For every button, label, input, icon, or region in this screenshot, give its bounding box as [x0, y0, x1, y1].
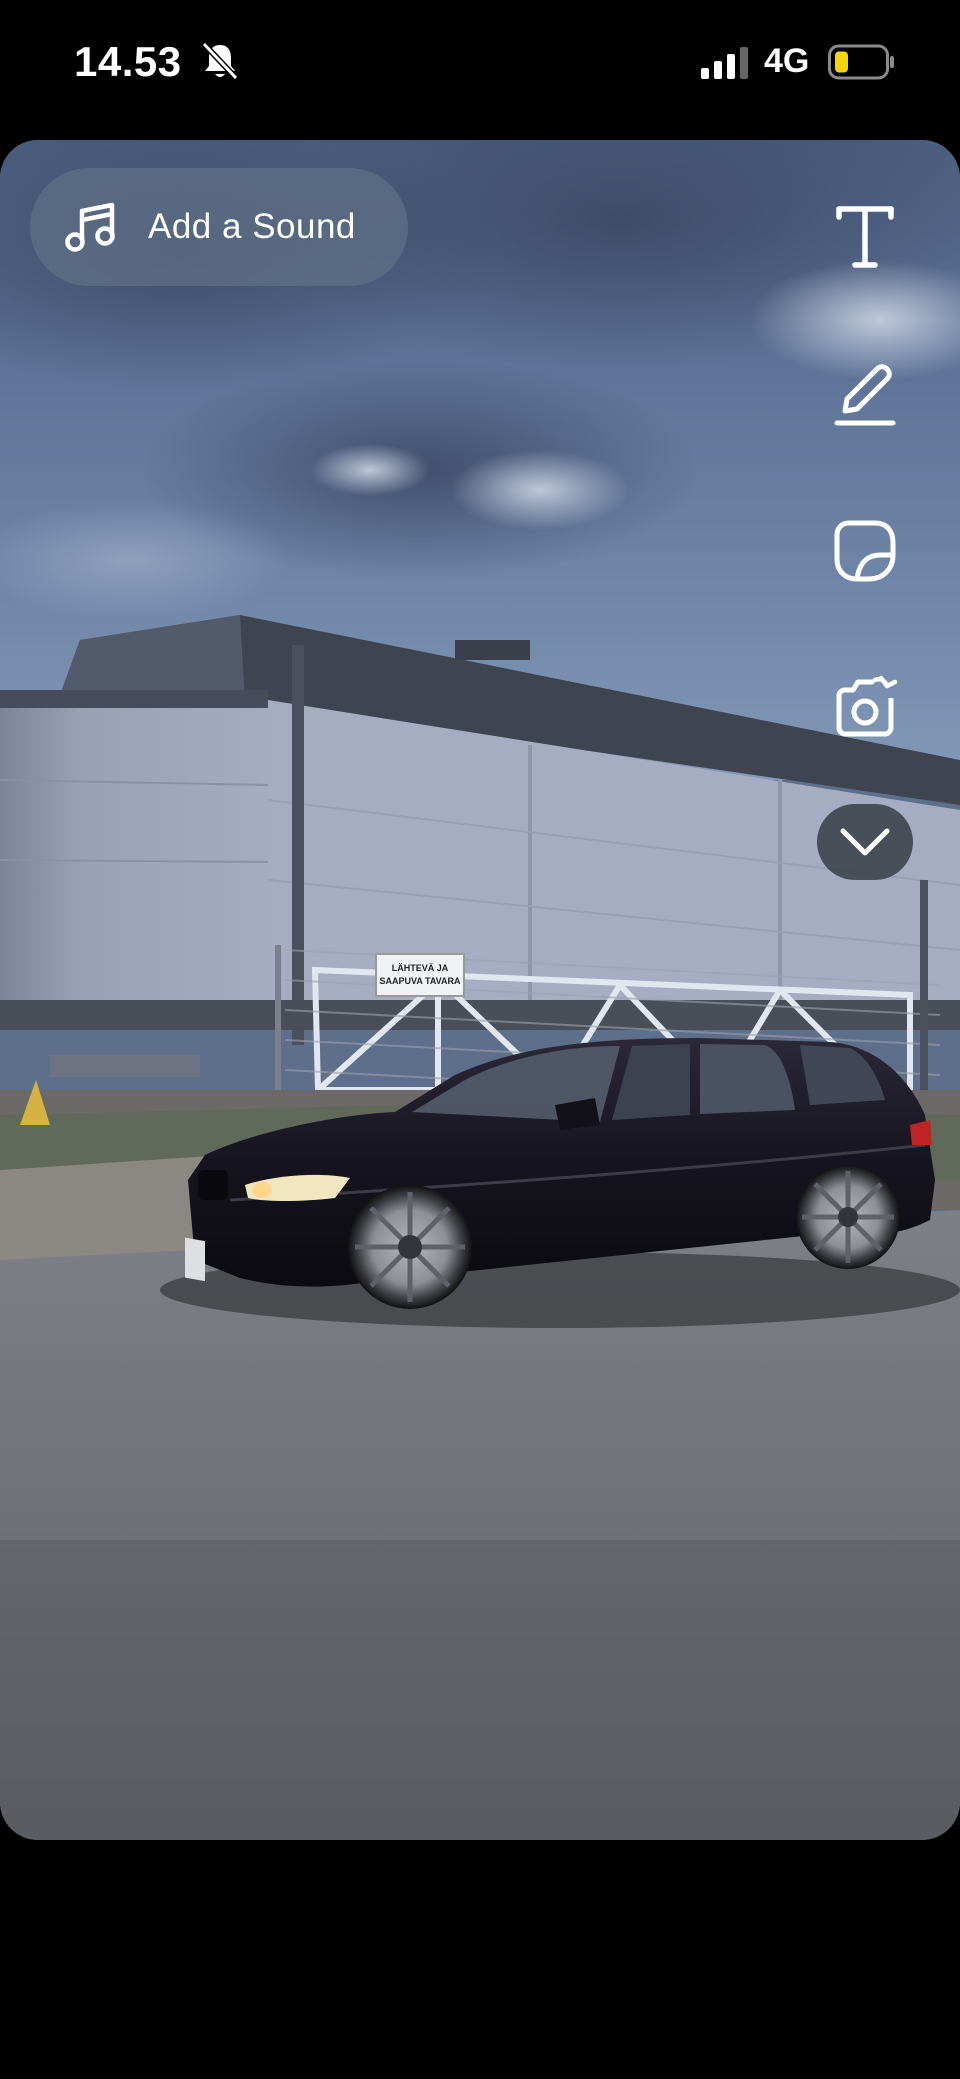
cellular-signal-icon: [701, 47, 748, 79]
network-type-label: 4G: [764, 42, 810, 80]
snap-preview: LÄHTEVÄ JA SAAPUVA TAVARA Add a Sound: [0, 140, 960, 1840]
text-tool-icon: [836, 206, 894, 268]
sticker-tool-button[interactable]: [820, 506, 910, 596]
draw-tool-button[interactable]: [820, 350, 910, 440]
status-bar: 14.53 4G: [0, 0, 960, 140]
car-photo: LÄHTEVÄ JA SAAPUVA TAVARA: [0, 140, 960, 1840]
bell-muted-icon: [201, 41, 239, 81]
text-tool-button[interactable]: [820, 192, 910, 282]
add-sound-button[interactable]: Add a Sound: [30, 168, 408, 286]
add-sound-label: Add a Sound: [148, 207, 356, 246]
status-time: 14.53: [74, 38, 182, 85]
camera-tool-button[interactable]: [820, 663, 910, 753]
camera-icon: [836, 675, 898, 737]
chevron-down-icon: [840, 828, 890, 856]
sign-text-line2: SAAPUVA TAVARA: [380, 976, 462, 986]
sign-text-line1: LÄHTEVÄ JA: [392, 963, 449, 973]
snap-editor-screen: 14.53 4G LÄHTEVÄ JA SAAPUVA TAVARA Add a…: [0, 0, 960, 2079]
battery-icon: [828, 44, 894, 80]
more-tools-button[interactable]: [817, 804, 913, 880]
music-note-icon: [65, 202, 115, 252]
pencil-icon: [834, 364, 896, 426]
sticker-icon: [834, 520, 896, 582]
